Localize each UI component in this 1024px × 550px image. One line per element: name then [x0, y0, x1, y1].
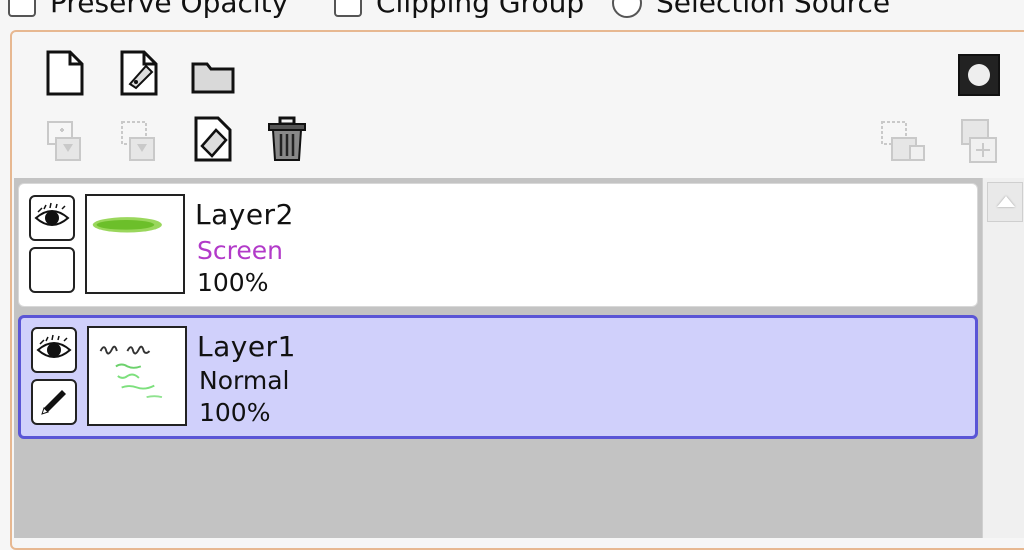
layer-opacity: 100% [199, 398, 271, 427]
new-linework-layer-icon[interactable] [116, 50, 162, 96]
preserve-opacity-option[interactable]: Preserve Opacity [8, 0, 288, 19]
layer-row-layer1[interactable]: Layer1 Normal 100% [18, 315, 978, 439]
transfer-down-icon [42, 118, 88, 164]
layer-thumbnail [85, 194, 185, 294]
clipping-group-label: Clipping Group [376, 0, 585, 19]
add-mask-icon [956, 118, 1002, 164]
preserve-opacity-checkbox[interactable] [8, 0, 36, 17]
blend-mode: Screen [197, 236, 283, 265]
visibility-toggle[interactable] [31, 327, 77, 373]
lock-toggle[interactable] [29, 247, 75, 293]
clear-layer-icon[interactable] [190, 116, 236, 162]
selection-source-label: Selection Source [656, 0, 891, 19]
new-layer-icon[interactable] [42, 50, 88, 96]
selection-source-radio[interactable] [612, 0, 642, 18]
preserve-opacity-label: Preserve Opacity [50, 0, 289, 19]
layer-name: Layer1 [197, 330, 296, 363]
layer-list: Layer2 Screen 100% Layer1 Normal 100% [14, 178, 982, 538]
mask-icon[interactable] [956, 52, 1002, 98]
clipping-group-option[interactable]: Clipping Group [334, 0, 584, 19]
layer-name: Layer2 [195, 198, 294, 231]
eye-icon [36, 334, 72, 358]
clipping-group-checkbox[interactable] [334, 0, 362, 17]
blend-mode: Normal [199, 366, 290, 395]
visibility-toggle[interactable] [29, 195, 75, 241]
delete-layer-icon[interactable] [264, 116, 310, 162]
merge-selection-icon [880, 120, 926, 166]
layer-opacity: 100% [197, 268, 269, 297]
layer-thumbnail [87, 326, 187, 426]
eye-icon [34, 202, 70, 226]
merge-down-icon [116, 118, 162, 164]
selection-source-option[interactable]: Selection Source [612, 0, 890, 19]
layer-list-scrollbar[interactable] [982, 178, 1024, 538]
pen-icon [41, 390, 66, 415]
scroll-up-button[interactable] [987, 182, 1023, 222]
lock-toggle[interactable] [31, 379, 77, 425]
layer-row-layer2[interactable]: Layer2 Screen 100% [18, 183, 978, 307]
new-folder-icon[interactable] [190, 52, 236, 98]
